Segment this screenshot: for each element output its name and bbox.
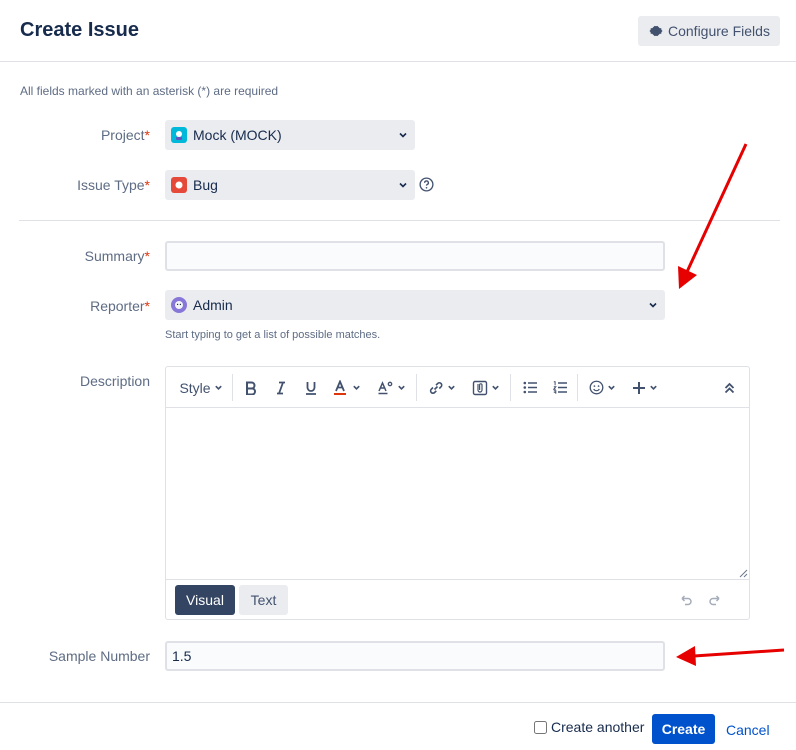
chevron-down-icon [398, 385, 405, 390]
section-divider [19, 220, 780, 221]
annotation-arrow-sample-number [676, 646, 785, 666]
numbered-list-icon[interactable] [547, 367, 573, 408]
attachment-icon[interactable] [468, 367, 504, 408]
reporter-hint: Start typing to get a list of possible m… [165, 329, 381, 341]
collapse-icon[interactable] [716, 367, 742, 408]
bullet-list-icon[interactable] [517, 367, 543, 408]
issue-type-select[interactable]: Bug [165, 170, 415, 200]
toolbar-separator [510, 374, 511, 401]
chevron-down-icon [214, 385, 222, 390]
text-mode-tab[interactable]: Text [239, 585, 288, 615]
annotation-arrow-reporter [678, 143, 748, 289]
create-another-label: Create another [551, 719, 645, 735]
chevron-down-icon [353, 385, 360, 390]
dialog-title: Create Issue [20, 19, 139, 41]
create-another-input[interactable] [534, 720, 547, 734]
dialog-header: Create Issue Configure Fields [0, 0, 796, 62]
create-another-checkbox[interactable]: Create another [534, 719, 644, 735]
project-value: Mock (MOCK) [193, 127, 282, 143]
chevron-down-icon [649, 302, 657, 308]
chevron-down-icon [399, 182, 407, 188]
configure-fields-label: Configure Fields [668, 23, 770, 39]
project-label: Project* [100, 127, 150, 143]
project-select[interactable]: Mock (MOCK) [165, 120, 415, 150]
reporter-select[interactable]: Admin [165, 290, 665, 320]
redo-icon[interactable] [708, 593, 723, 606]
underline-icon[interactable] [298, 367, 324, 408]
text-color-icon[interactable] [328, 367, 366, 408]
summary-label: Summary* [84, 248, 150, 264]
description-textarea[interactable] [166, 408, 749, 580]
toolbar-separator [577, 374, 578, 401]
chevron-down-icon [399, 132, 407, 138]
cancel-link[interactable]: Cancel [726, 722, 770, 738]
chevron-down-icon [607, 385, 615, 390]
gear-icon [649, 25, 663, 37]
required-fields-note: All fields marked with an asterisk (*) a… [20, 84, 279, 98]
help-icon[interactable] [419, 177, 434, 192]
chevron-down-icon [492, 385, 499, 390]
bug-icon [171, 177, 187, 193]
summary-input[interactable] [165, 241, 665, 271]
sample-number-input[interactable]: 1.5 [165, 641, 665, 671]
reporter-value: Admin [193, 297, 233, 313]
toolbar-separator [416, 374, 417, 401]
project-avatar-icon [171, 127, 187, 143]
link-icon[interactable] [424, 367, 460, 408]
issue-type-value: Bug [193, 177, 218, 193]
visual-mode-tab[interactable]: Visual [175, 585, 235, 615]
editor-toolbar: Style [166, 367, 749, 408]
user-avatar-icon [171, 297, 187, 313]
emoji-icon[interactable] [584, 367, 620, 408]
resize-handle-icon[interactable] [739, 569, 748, 578]
chevron-down-icon [650, 385, 657, 390]
chevron-down-icon [448, 385, 455, 390]
toolbar-separator [232, 374, 233, 401]
text-format-icon[interactable] [374, 367, 410, 408]
bold-icon[interactable] [238, 367, 264, 408]
issue-type-label: Issue Type* [77, 177, 150, 193]
style-dropdown[interactable]: Style [172, 367, 230, 408]
insert-plus-icon[interactable] [628, 367, 662, 408]
sample-number-label: Sample Number [48, 648, 150, 664]
italic-icon[interactable] [268, 367, 294, 408]
create-button[interactable]: Create [652, 714, 715, 744]
undo-icon[interactable] [678, 593, 693, 606]
description-editor: Style Visual Text [165, 366, 750, 620]
reporter-label: Reporter* [90, 298, 150, 314]
description-label: Description [79, 373, 150, 389]
configure-fields-button[interactable]: Configure Fields [638, 16, 780, 46]
